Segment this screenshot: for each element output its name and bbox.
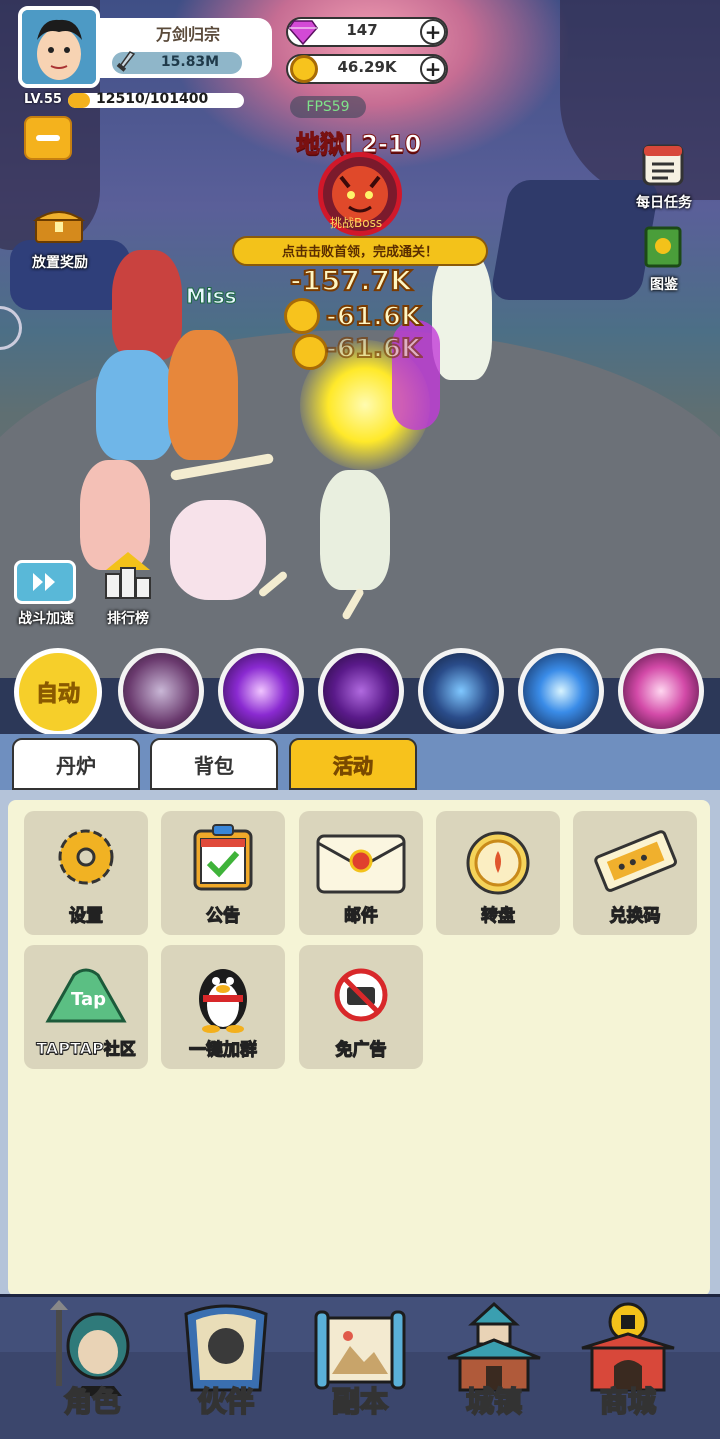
coins-value: 46.29K bbox=[337, 58, 397, 76]
codex-label: 图鉴 bbox=[650, 277, 678, 293]
menu-button[interactable] bbox=[24, 116, 72, 160]
battle-speed-button[interactable]: 战斗加速 bbox=[8, 560, 84, 630]
nav-character-label: 角色 bbox=[63, 1384, 121, 1419]
xp-bar-fill bbox=[68, 93, 90, 108]
gems-value: 147 bbox=[346, 21, 378, 39]
settings-label: 设置 bbox=[69, 906, 104, 927]
mail-icon bbox=[316, 834, 406, 894]
auto-battle-label: 自动 bbox=[35, 682, 80, 708]
nav-town[interactable]: 城镇 bbox=[432, 1298, 556, 1430]
add-gems-button[interactable]: + bbox=[420, 19, 446, 45]
ticket-icon bbox=[594, 830, 677, 892]
mail-label: 邮件 bbox=[344, 906, 379, 927]
gem-icon bbox=[288, 20, 318, 45]
fast-forward-icon bbox=[14, 560, 76, 604]
beast-skill-icon[interactable] bbox=[118, 648, 204, 734]
wheel-icon bbox=[466, 831, 530, 895]
blue-flame-skill-icon[interactable] bbox=[518, 648, 604, 734]
announcement-label: 公告 bbox=[206, 906, 241, 927]
nav-partner[interactable]: 伙伴 bbox=[164, 1298, 288, 1430]
add-coins-button[interactable]: + bbox=[420, 56, 446, 82]
gear-icon bbox=[58, 829, 114, 885]
daily-tasks-label: 每日任务 bbox=[636, 195, 692, 211]
svg-text:Tap: Tap bbox=[71, 989, 106, 1010]
fps-counter: FPS59 bbox=[290, 96, 366, 118]
join-group-label: 一键加群 bbox=[189, 1040, 258, 1061]
player-avatar[interactable] bbox=[18, 6, 100, 88]
damage-number: -61.6K bbox=[325, 333, 422, 365]
no-ads-icon bbox=[334, 968, 388, 1022]
ranking-label: 排行榜 bbox=[107, 611, 149, 627]
idle-reward-label: 放置奖励 bbox=[32, 255, 88, 271]
settings-tile[interactable]: 设置 bbox=[24, 811, 148, 935]
idle-reward-button[interactable]: 放置奖励 bbox=[20, 192, 100, 272]
podium-icon bbox=[105, 552, 151, 599]
nav-partner-label: 伙伴 bbox=[197, 1384, 255, 1419]
no-ads-tile[interactable]: 免广告 bbox=[299, 945, 423, 1069]
boss-label: 挑战Boss bbox=[330, 216, 383, 230]
book-icon bbox=[644, 226, 682, 268]
announcement-tile[interactable]: 公告 bbox=[161, 811, 285, 935]
coin-icon bbox=[290, 55, 318, 83]
redeem-code-label: 兑换码 bbox=[609, 906, 661, 927]
minus-icon bbox=[36, 135, 60, 141]
avatar-face-icon bbox=[22, 10, 96, 84]
sword-icon bbox=[116, 51, 136, 72]
xp-text: 12510/101400 bbox=[96, 91, 209, 107]
taptap-icon: Tap bbox=[45, 968, 127, 1023]
ally-red-hair bbox=[112, 250, 182, 360]
lightning-scroll-skill-icon[interactable] bbox=[418, 648, 504, 734]
nav-dungeon-label: 副本 bbox=[331, 1384, 389, 1419]
penguin-icon bbox=[199, 969, 247, 1033]
wheel-tile[interactable]: 转盘 bbox=[436, 811, 560, 935]
taptap-label: TAPTAP社区 bbox=[36, 1039, 137, 1059]
tab-activity[interactable]: 活动 bbox=[289, 738, 417, 790]
player-name: 万剑归宗 bbox=[155, 25, 220, 44]
pink-spiral-skill-icon[interactable] bbox=[618, 648, 704, 734]
player-level: LV.55 bbox=[24, 92, 62, 107]
mail-tile[interactable]: 邮件 bbox=[299, 811, 423, 935]
tab-alchemy[interactable]: 丹炉 bbox=[12, 738, 140, 790]
ranking-button[interactable]: 排行榜 bbox=[90, 550, 166, 630]
nav-dungeon[interactable]: 副本 bbox=[298, 1298, 422, 1430]
nav-shop[interactable]: 商城 bbox=[566, 1298, 690, 1430]
join-group-tile[interactable]: 一键加群 bbox=[161, 945, 285, 1069]
nav-character[interactable]: 角色 bbox=[30, 1298, 154, 1430]
damage-number: -61.6K bbox=[325, 301, 422, 333]
ally-blue-hair bbox=[96, 350, 174, 460]
miss-text: Miss bbox=[186, 284, 238, 309]
purple-orb-skill-icon[interactable] bbox=[218, 648, 304, 734]
enemy-minion bbox=[320, 470, 390, 590]
damage-number: -157.7K bbox=[289, 263, 413, 298]
tab-bag[interactable]: 背包 bbox=[150, 738, 278, 790]
enemy-boss bbox=[432, 250, 492, 380]
treasure-chest-icon bbox=[32, 211, 86, 243]
ally-alpaca bbox=[170, 500, 266, 600]
codex-button[interactable]: 图鉴 bbox=[624, 222, 704, 296]
battle-speed-label: 战斗加速 bbox=[18, 611, 74, 627]
nav-shop-label: 商城 bbox=[599, 1384, 657, 1419]
boss-hint-text: 点击击败首领，完成通关！ bbox=[281, 245, 438, 260]
clipboard-icon bbox=[193, 824, 253, 891]
power-value: 15.83M bbox=[160, 54, 220, 70]
coin-drop-icon bbox=[284, 298, 320, 334]
taptap-tile[interactable]: Tap TAPTAP社区 bbox=[24, 945, 148, 1069]
ally-shiba bbox=[168, 330, 238, 460]
no-ads-label: 免广告 bbox=[335, 1040, 387, 1061]
wheel-label: 转盘 bbox=[481, 906, 516, 927]
task-list-icon bbox=[642, 144, 684, 186]
vortex-skill-icon[interactable] bbox=[318, 648, 404, 734]
coin-drop-icon bbox=[292, 334, 328, 370]
redeem-code-tile[interactable]: 兑换码 bbox=[573, 811, 697, 935]
daily-tasks-button[interactable]: 每日任务 bbox=[624, 140, 704, 214]
nav-town-label: 城镇 bbox=[465, 1384, 523, 1419]
